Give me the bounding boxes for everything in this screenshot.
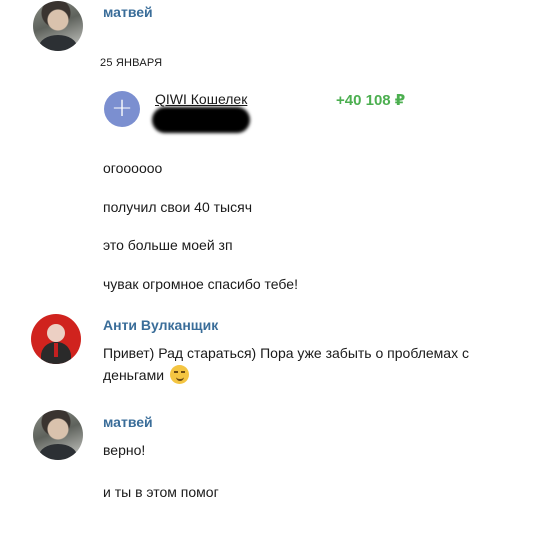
person-icon xyxy=(47,324,65,342)
message-text: и ты в этом помог xyxy=(103,484,219,500)
sender-name[interactable]: матвей xyxy=(103,414,153,430)
avatar-matvey[interactable] xyxy=(33,410,83,460)
avatar-anti[interactable] xyxy=(31,314,81,364)
redacted-account xyxy=(152,107,250,133)
message-text: Привет) Рад стараться) Пора уже забыть о… xyxy=(103,342,533,386)
message-line: деньгами xyxy=(103,367,165,383)
transfer-amount: +40 108 ₽ xyxy=(336,92,406,109)
transfer-wallet-link[interactable]: QIWI Кошелек xyxy=(155,91,247,107)
message-text: получил свои 40 тысяч xyxy=(103,199,252,215)
message-text: это больше моей зп xyxy=(103,237,233,253)
smirk-emoji-icon xyxy=(169,365,189,384)
plus-icon: + xyxy=(104,91,140,127)
sender-name[interactable]: матвей xyxy=(103,4,153,20)
avatar-matvey[interactable] xyxy=(33,1,83,51)
message-text: огоооооо xyxy=(103,160,163,176)
message-text: верно! xyxy=(103,442,146,458)
date-label: 25 ЯНВАРЯ xyxy=(100,57,163,69)
sender-name[interactable]: Анти Вулканщик xyxy=(103,317,218,333)
message-text: чувак огромное спасибо тебе! xyxy=(103,276,298,292)
message-line: Привет) Рад стараться) Пора уже забыть о… xyxy=(103,345,469,361)
